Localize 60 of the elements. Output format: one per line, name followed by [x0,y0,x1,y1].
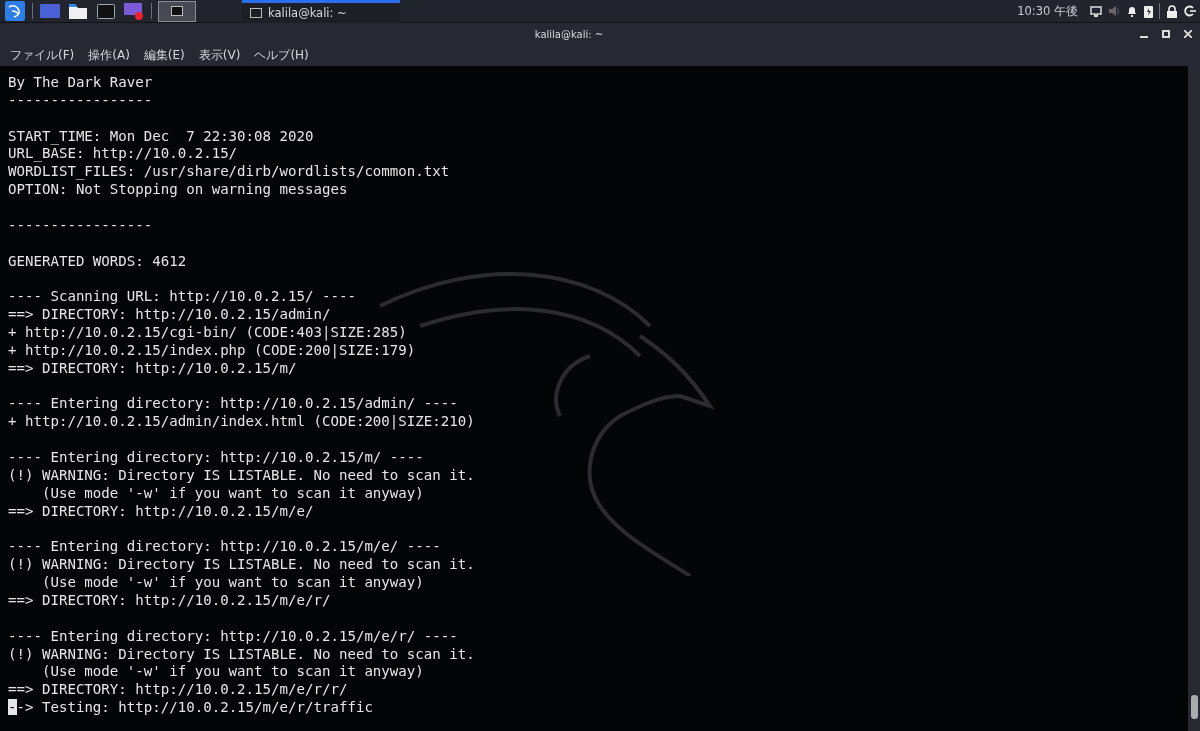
terminal-line: + http://10.0.2.15/admin/index.html (CODE:200|SIZE:210) [8,413,475,430]
menu-item[interactable]: ファイル(F) [10,47,75,64]
terminal-line: ==> DIRECTORY: http://10.0.2.15/m/e/ [8,502,314,519]
logout-icon[interactable] [1184,5,1196,17]
terminal-icon [250,7,262,18]
menu-item[interactable]: 表示(V) [198,47,241,64]
battery-icon[interactable] [1144,4,1153,18]
terminal-line: (Use mode '-w' if you want to scan it anyway) [40,574,424,591]
folder-icon [69,3,87,19]
kali-menu-button[interactable] [4,1,26,21]
maximize-icon [1162,30,1170,38]
terminal-line: ----------------- [8,216,153,233]
window-title: kalila@kali: ~ [533,28,605,40]
terminal-line: ---- Entering directory: http://10.0.2.15/m/e/r/ ---- [8,627,458,644]
desktop-icon [40,4,60,18]
launcher-button[interactable] [67,1,89,21]
terminal-line: (!) WARNING: Directory IS LISTABLE. No need to scan it. [8,466,475,483]
terminal-line: URL_BASE: http://10.0.2.15/ [8,145,238,162]
terminal-line: -> Testing: http://10.0.2.15/m/e/r/traffic [16,699,373,716]
clock[interactable]: 10:30 午後 [1017,3,1078,19]
menu-item[interactable]: 編集(E) [143,47,185,64]
terminal-line: ---- Entering directory: http://10.0.2.15/admin/ ---- [8,395,458,412]
terminal-line: ==> DIRECTORY: http://10.0.2.15/m/e/r/r/ [8,681,348,698]
terminal-line: ---- Entering directory: http://10.0.2.15/m/ ---- [8,449,424,466]
bell-icon[interactable] [1126,5,1138,17]
terminal-icon [97,3,115,19]
terminal-line: WORDLIST_FILES: /usr/share/dirb/wordlists/common.txt [8,163,450,180]
monitor-icon[interactable] [1090,5,1102,17]
workspace-button[interactable] [158,0,196,22]
menu-item[interactable]: 操作(A) [88,47,130,64]
terminal-line: ==> DIRECTORY: http://10.0.2.15/m/e/r/ [8,591,331,608]
terminal-line: (Use mode '-w' if you want to scan it anyway) [40,484,424,501]
screen-recorder-icon [124,2,144,20]
terminal-line: GENERATED WORDS: 4612 [8,252,187,269]
maximize-button[interactable] [1160,28,1172,40]
terminal-line: + http://10.0.2.15/cgi-bin/ (CODE:403|SIZE:285) [8,324,407,341]
menu-item[interactable]: ヘルプ(H) [254,47,309,64]
launcher-button[interactable] [95,1,117,21]
terminal-line: (!) WARNING: Directory IS LISTABLE. No need to scan it. [8,556,475,573]
terminal-line: (!) WARNING: Directory IS LISTABLE. No need to scan it. [8,645,475,662]
terminal-line: START_TIME: Mon Dec 7 22:30:08 2020 [8,127,314,144]
lock-icon[interactable] [1166,4,1178,18]
close-icon [1184,30,1192,38]
volume-muted-icon[interactable] [1108,5,1120,17]
terminal-line: ==> DIRECTORY: http://10.0.2.15/m/ [8,359,297,376]
close-button[interactable] [1182,28,1194,40]
text-cursor: - [8,699,17,716]
scrollbar-thumb[interactable] [1191,695,1198,719]
terminal-line: ----------------- [8,91,153,108]
terminal-line: ---- Entering directory: http://10.0.2.15/m/e/ ---- [8,538,441,555]
terminal-line: (Use mode '-w' if you want to scan it anyway) [40,663,424,680]
terminal-line: ---- Scanning URL: http://10.0.2.15/ ---- [8,288,356,305]
terminal-line: By The Dark Raver [8,74,153,90]
taskbar-window-button[interactable]: kalila@kali: ~ [242,0,400,23]
terminal-window-icon [171,6,183,16]
dragon-logo-icon [5,1,25,21]
scrollbar[interactable] [1188,66,1200,731]
terminal-line: + http://10.0.2.15/index.php (CODE:200|SIZE:179) [8,341,416,358]
terminal-line: ==> DIRECTORY: http://10.0.2.15/admin/ [8,306,331,323]
terminal-line: OPTION: Not Stopping on warning messages [8,181,348,198]
